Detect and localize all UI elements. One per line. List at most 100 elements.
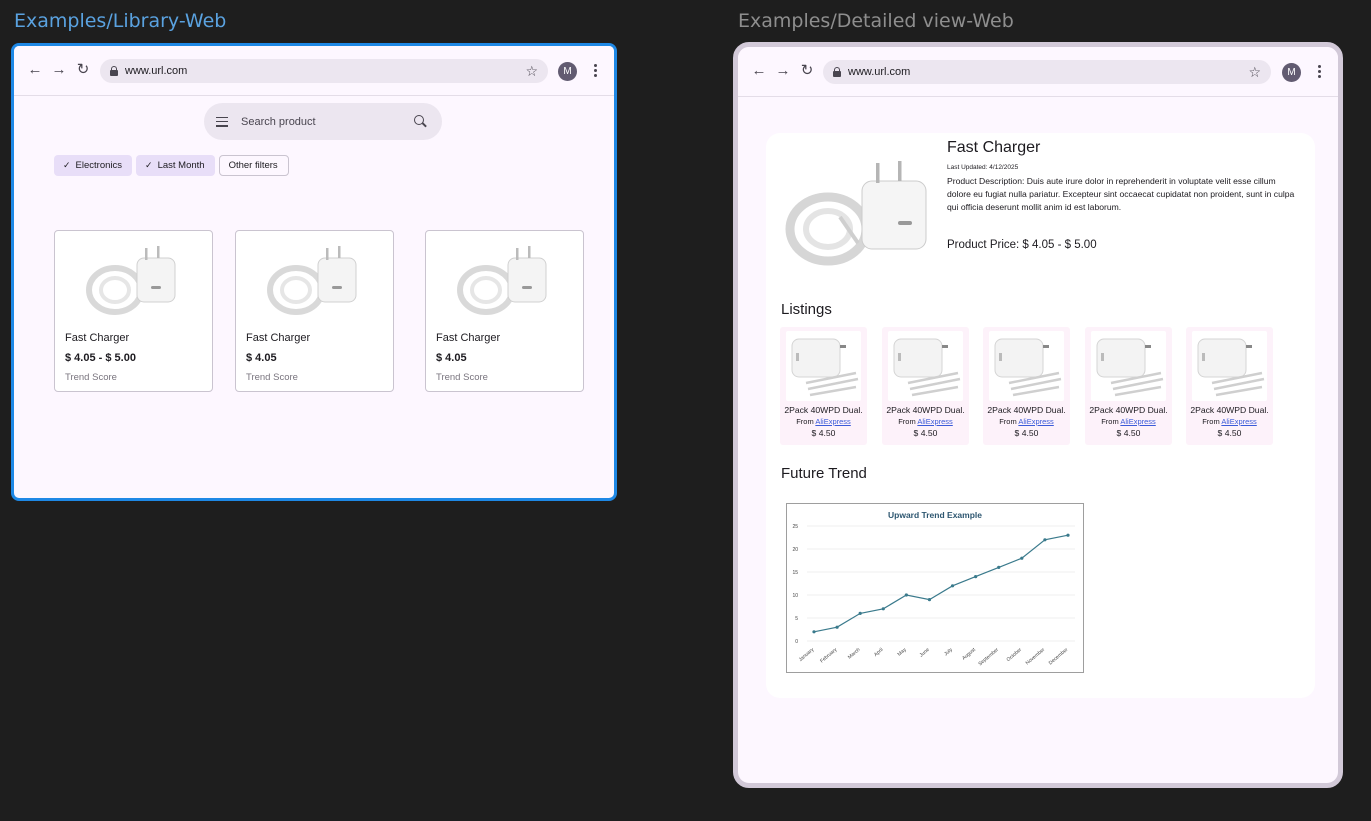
- listing-card[interactable]: 2Pack 40WPD Dual. From AliExpress $ 4.50: [1085, 327, 1172, 445]
- card-title: Fast Charger: [436, 332, 501, 344]
- card-price: $ 4.05: [246, 352, 277, 364]
- card-trend-score: Trend Score: [436, 372, 488, 383]
- listing-image: [888, 331, 963, 401]
- x-tick-label: September: [977, 647, 1000, 668]
- product-detail-panel: Fast Charger Last Updated: 4/12/2025 Pro…: [766, 133, 1315, 698]
- reload-icon[interactable]: ↻: [74, 61, 92, 79]
- product-card[interactable]: Fast Charger $ 4.05 Trend Score: [425, 230, 584, 392]
- more-vert-icon[interactable]: [1316, 64, 1322, 80]
- listing-name: 2Pack 40WPD Dual.: [987, 405, 1066, 415]
- listing-card[interactable]: 2Pack 40WPD Dual. From AliExpress $ 4.50: [882, 327, 969, 445]
- product-price: Product Price: $ 4.05 - $ 5.00: [947, 239, 1097, 251]
- trend-chart: Upward Trend Example 0 5 10 15 20 25 January Feb…: [786, 503, 1084, 673]
- url-text: www.url.com: [848, 66, 911, 78]
- charger-image: [785, 161, 927, 266]
- search-input[interactable]: Search product: [241, 116, 414, 128]
- check-icon: ✓: [145, 160, 153, 170]
- lock-icon: [110, 66, 118, 76]
- data-point: [812, 630, 816, 634]
- listing-image: [1192, 331, 1267, 401]
- x-tick-label: March: [847, 647, 862, 661]
- data-point: [927, 598, 932, 602]
- forward-arrow-icon[interactable]: →: [50, 61, 68, 79]
- listing-source: From AliExpress: [780, 417, 867, 426]
- x-tick-label: April: [873, 647, 885, 658]
- listing-card[interactable]: 2Pack 40WPD Dual. From AliExpress $ 4.50: [983, 327, 1070, 445]
- address-bar[interactable]: www.url.com ☆: [823, 60, 1271, 84]
- listing-source: From AliExpress: [1085, 417, 1172, 426]
- listing-price: $ 4.50: [1217, 428, 1242, 438]
- chip-other-filters[interactable]: Other filters: [218, 155, 289, 176]
- y-tick-label: 5: [795, 616, 798, 622]
- listing-price: $ 4.50: [1014, 428, 1039, 438]
- from-label: From: [999, 417, 1017, 426]
- listing-image: [786, 331, 861, 401]
- store-link[interactable]: AliExpress: [917, 417, 952, 426]
- listing-price: $ 4.50: [913, 428, 938, 438]
- chip-label: Last Month: [157, 160, 205, 171]
- detailed-view-web-frame: ← → ↻ www.url.com ☆ M Fast Charger Last …: [733, 42, 1343, 788]
- card-trend-score: Trend Score: [65, 372, 117, 383]
- from-label: From: [796, 417, 814, 426]
- listing-image: [989, 331, 1064, 401]
- back-arrow-icon[interactable]: ←: [750, 62, 768, 80]
- x-tick-label: June: [919, 647, 931, 659]
- product-card[interactable]: Fast Charger $ 4.05 - $ 5.00 Trend Score: [54, 230, 213, 392]
- store-link[interactable]: AliExpress: [1221, 417, 1256, 426]
- back-arrow-icon[interactable]: ←: [26, 61, 44, 79]
- listing-source: From AliExpress: [882, 417, 969, 426]
- listing-name: 2Pack 40WPD Dual.: [1190, 405, 1269, 415]
- y-tick-label: 15: [792, 570, 798, 576]
- listing-price: $ 4.50: [1116, 428, 1141, 438]
- x-tick-label: October: [1006, 647, 1024, 663]
- search-bar[interactable]: Search product: [204, 103, 442, 140]
- library-web-frame: ← → ↻ www.url.com ☆ M Search product ✓ El…: [11, 43, 617, 501]
- x-tick-label: November: [1025, 647, 1047, 667]
- future-trend-heading: Future Trend: [781, 465, 867, 482]
- from-label: From: [1101, 417, 1119, 426]
- listing-source: From AliExpress: [1186, 417, 1273, 426]
- from-label: From: [1202, 417, 1220, 426]
- star-icon[interactable]: ☆: [1248, 64, 1261, 81]
- frame-label-library: Examples/Library-Web: [14, 10, 227, 32]
- search-icon[interactable]: [414, 114, 428, 129]
- address-bar[interactable]: www.url.com ☆: [100, 59, 548, 83]
- store-link[interactable]: AliExpress: [1018, 417, 1053, 426]
- product-card[interactable]: Fast Charger $ 4.05 Trend Score: [235, 230, 394, 392]
- data-point: [835, 625, 839, 629]
- avatar[interactable]: M: [558, 62, 577, 81]
- menu-icon[interactable]: [216, 116, 228, 127]
- more-vert-icon[interactable]: [592, 63, 598, 79]
- lock-icon: [833, 67, 841, 77]
- store-link[interactable]: AliExpress: [1120, 417, 1155, 426]
- frame-label-detailed-view: Examples/Detailed view-Web: [738, 10, 1014, 32]
- url-text: www.url.com: [125, 65, 188, 77]
- x-tick-label: August: [961, 647, 977, 662]
- x-tick-label: December: [1048, 647, 1070, 667]
- avatar[interactable]: M: [1282, 63, 1301, 82]
- data-point: [974, 575, 978, 579]
- data-point: [858, 611, 862, 615]
- listing-card[interactable]: 2Pack 40WPD Dual. From AliExpress $ 4.50: [780, 327, 867, 445]
- browser-toolbar: ← → ↻ www.url.com ☆ M: [14, 46, 614, 96]
- y-tick-label: 10: [792, 593, 798, 599]
- store-link[interactable]: AliExpress: [815, 417, 850, 426]
- chip-last-month[interactable]: ✓ Last Month: [136, 155, 215, 176]
- listing-image: [1091, 331, 1166, 401]
- x-tick-label: February: [819, 647, 839, 665]
- listing-name: 2Pack 40WPD Dual.: [886, 405, 965, 415]
- listing-name: 2Pack 40WPD Dual.: [784, 405, 863, 415]
- chip-label: Electronics: [75, 160, 123, 171]
- reload-icon[interactable]: ↻: [798, 62, 816, 80]
- x-tick-label: July: [943, 647, 954, 658]
- star-icon[interactable]: ☆: [525, 63, 538, 80]
- y-tick-label: 25: [792, 524, 798, 530]
- listing-card[interactable]: 2Pack 40WPD Dual. From AliExpress $ 4.50: [1186, 327, 1273, 445]
- charger-image: [267, 246, 357, 315]
- trend-chart-svg: Upward Trend Example 0 5 10 15 20 25 January Feb…: [792, 510, 1075, 668]
- forward-arrow-icon[interactable]: →: [774, 62, 792, 80]
- from-label: From: [898, 417, 916, 426]
- data-point: [950, 584, 955, 588]
- chip-electronics[interactable]: ✓ Electronics: [54, 155, 133, 176]
- browser-toolbar: ← → ↻ www.url.com ☆ M: [738, 47, 1338, 97]
